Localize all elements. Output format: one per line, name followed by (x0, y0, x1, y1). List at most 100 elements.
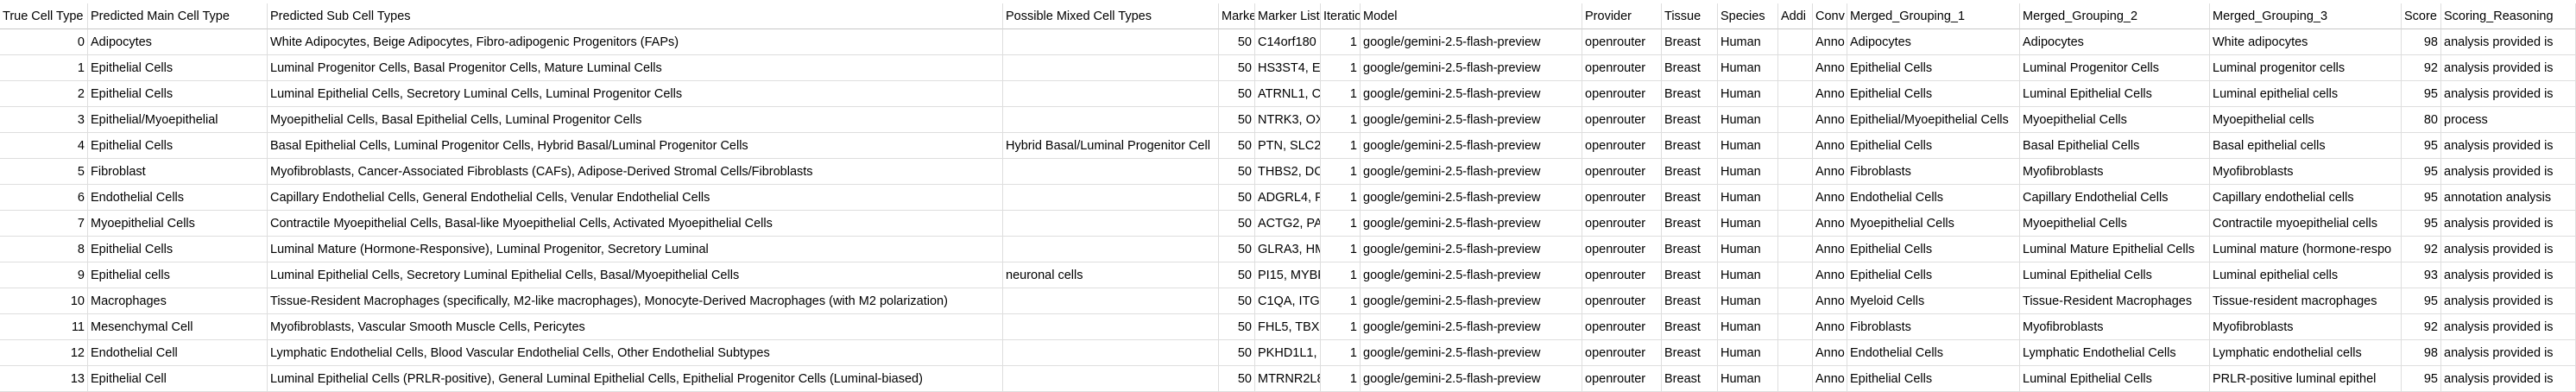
cell-merged-1[interactable]: Epithelial Cells (1847, 366, 2020, 392)
column-header-merged2[interactable]: Merged_Grouping_2 (2020, 3, 2210, 29)
table-row[interactable]: 8 Epithelial Cells Luminal Mature (Hormone… (0, 237, 2576, 262)
cell-scoring-reasoning[interactable]: analysis provided is (2441, 211, 2576, 237)
cell-predicted-sub[interactable]: Luminal Mature (Hormone-Responsive), Lum… (268, 237, 1003, 262)
cell-model[interactable]: google/gemini-2.5-flash-preview (1361, 81, 1582, 107)
cell-tissue[interactable]: Breast (1662, 133, 1718, 159)
cell-model[interactable]: google/gemini-2.5-flash-preview (1361, 133, 1582, 159)
cell-marker-list[interactable]: MTRNR2L8 (1255, 366, 1321, 392)
cell-merged-3[interactable]: Capillary endothelial cells (2210, 185, 2402, 211)
cell-species[interactable]: Human (1718, 185, 1778, 211)
cell-model[interactable]: google/gemini-2.5-flash-preview (1361, 159, 1582, 185)
cell-conversation[interactable]: Anno (1813, 107, 1847, 133)
cell-provider[interactable]: openrouter (1582, 288, 1662, 314)
cell-provider[interactable]: openrouter (1582, 340, 1662, 366)
cell-scoring-reasoning[interactable]: analysis provided is (2441, 55, 2576, 81)
row-index[interactable]: 10 (0, 288, 88, 314)
cell-merged-2[interactable]: Basal Epithelial Cells (2020, 133, 2210, 159)
column-header-marker_list[interactable]: Marker List (1255, 3, 1321, 29)
row-index[interactable]: 8 (0, 237, 88, 262)
cell-predicted-main[interactable]: Macrophages (88, 288, 268, 314)
cell-marker-number[interactable]: 50 (1219, 340, 1255, 366)
cell-merged-1[interactable]: Epithelial Cells (1847, 133, 2020, 159)
table-row[interactable]: 13 Epithelial Cell Luminal Epithelial Cell… (0, 366, 2576, 392)
cell-iteration[interactable]: 1 (1321, 107, 1361, 133)
cell-merged-2[interactable]: Myoepithelial Cells (2020, 107, 2210, 133)
cell-species[interactable]: Human (1718, 81, 1778, 107)
cell-species[interactable]: Human (1718, 29, 1778, 55)
cell-provider[interactable]: openrouter (1582, 107, 1662, 133)
cell-species[interactable]: Human (1718, 237, 1778, 262)
cell-addi[interactable] (1778, 211, 1813, 237)
cell-merged-1[interactable]: Myeloid Cells (1847, 288, 2020, 314)
cell-predicted-main[interactable]: Epithelial Cells (88, 81, 268, 107)
table-row[interactable]: 10 Macrophages Tissue-Resident Macrophages… (0, 288, 2576, 314)
cell-predicted-sub[interactable]: Myofibroblasts, Cancer-Associated Fibrob… (268, 159, 1003, 185)
cell-predicted-sub[interactable]: Capillary Endothelial Cells, General End… (268, 185, 1003, 211)
cell-iteration[interactable]: 1 (1321, 159, 1361, 185)
column-header-true_cell_type[interactable]: True Cell Type (0, 3, 88, 29)
cell-conversation[interactable]: Anno (1813, 81, 1847, 107)
cell-merged-2[interactable]: Luminal Mature Epithelial Cells (2020, 237, 2210, 262)
cell-tissue[interactable]: Breast (1662, 262, 1718, 288)
cell-conversation[interactable]: Anno (1813, 29, 1847, 55)
cell-merged-1[interactable]: Epithelial Cells (1847, 55, 2020, 81)
cell-predicted-main[interactable]: Endothelial Cells (88, 185, 268, 211)
row-index[interactable]: 0 (0, 29, 88, 55)
column-header-addi[interactable]: Addi (1778, 3, 1813, 29)
cell-merged-1[interactable]: Epithelial Cells (1847, 237, 2020, 262)
column-header-predicted_sub[interactable]: Predicted Sub Cell Types (268, 3, 1003, 29)
cell-species[interactable]: Human (1718, 340, 1778, 366)
cell-merged-3[interactable]: Luminal mature (hormone-respo (2210, 237, 2402, 262)
cell-merged-1[interactable]: Endothelial Cells (1847, 185, 2020, 211)
table-row[interactable]: 6 Endothelial Cells Capillary Endothelial … (0, 185, 2576, 211)
cell-scoring-reasoning[interactable]: analysis provided is (2441, 159, 2576, 185)
cell-provider[interactable]: openrouter (1582, 133, 1662, 159)
column-header-possible_mixed[interactable]: Possible Mixed Cell Types (1003, 3, 1219, 29)
cell-scoring-reasoning[interactable]: analysis provided is (2441, 288, 2576, 314)
cell-model[interactable]: google/gemini-2.5-flash-preview (1361, 185, 1582, 211)
cell-conversation[interactable]: Anno (1813, 133, 1847, 159)
cell-provider[interactable]: openrouter (1582, 55, 1662, 81)
cell-species[interactable]: Human (1718, 107, 1778, 133)
cell-model[interactable]: google/gemini-2.5-flash-preview (1361, 211, 1582, 237)
cell-predicted-sub[interactable]: Luminal Epithelial Cells, Secretory Lumi… (268, 81, 1003, 107)
cell-marker-list[interactable]: PI15, MYBP (1255, 262, 1321, 288)
cell-possible-mixed[interactable] (1003, 81, 1219, 107)
cell-tissue[interactable]: Breast (1662, 185, 1718, 211)
cell-addi[interactable] (1778, 159, 1813, 185)
row-index[interactable]: 6 (0, 185, 88, 211)
cell-tissue[interactable]: Breast (1662, 55, 1718, 81)
cell-tissue[interactable]: Breast (1662, 159, 1718, 185)
cell-merged-1[interactable]: Epithelial Cells (1847, 81, 2020, 107)
cell-score[interactable]: 98 (2402, 340, 2441, 366)
cell-species[interactable]: Human (1718, 314, 1778, 340)
cell-provider[interactable]: openrouter (1582, 185, 1662, 211)
cell-tissue[interactable]: Breast (1662, 211, 1718, 237)
column-header-merged3[interactable]: Merged_Grouping_3 (2210, 3, 2402, 29)
cell-marker-number[interactable]: 50 (1219, 288, 1255, 314)
cell-merged-1[interactable]: Epithelial/Myoepithelial Cells (1847, 107, 2020, 133)
cell-iteration[interactable]: 1 (1321, 340, 1361, 366)
cell-tissue[interactable]: Breast (1662, 288, 1718, 314)
cell-provider[interactable]: openrouter (1582, 29, 1662, 55)
cell-merged-3[interactable]: White adipocytes (2210, 29, 2402, 55)
cell-conversation[interactable]: Anno (1813, 55, 1847, 81)
cell-model[interactable]: google/gemini-2.5-flash-preview (1361, 340, 1582, 366)
cell-predicted-main[interactable]: Epithelial Cells (88, 237, 268, 262)
cell-score[interactable]: 95 (2402, 185, 2441, 211)
cell-possible-mixed[interactable] (1003, 211, 1219, 237)
cell-iteration[interactable]: 1 (1321, 185, 1361, 211)
cell-marker-list[interactable]: FHL5, TBX2 (1255, 314, 1321, 340)
cell-merged-2[interactable]: Adipocytes (2020, 29, 2210, 55)
table-row[interactable]: 4 Epithelial Cells Basal Epithelial Cells,… (0, 133, 2576, 159)
cell-iteration[interactable]: 1 (1321, 55, 1361, 81)
cell-merged-2[interactable]: Tissue-Resident Macrophages (2020, 288, 2210, 314)
cell-merged-3[interactable]: PRLR-positive luminal epithel (2210, 366, 2402, 392)
cell-predicted-sub[interactable]: Myofibroblasts, Vascular Smooth Muscle C… (268, 314, 1003, 340)
cell-addi[interactable] (1778, 340, 1813, 366)
cell-possible-mixed[interactable] (1003, 366, 1219, 392)
cell-conversation[interactable]: Anno (1813, 288, 1847, 314)
cell-tissue[interactable]: Breast (1662, 340, 1718, 366)
cell-species[interactable]: Human (1718, 211, 1778, 237)
cell-marker-list[interactable]: C1QA, ITGA (1255, 288, 1321, 314)
